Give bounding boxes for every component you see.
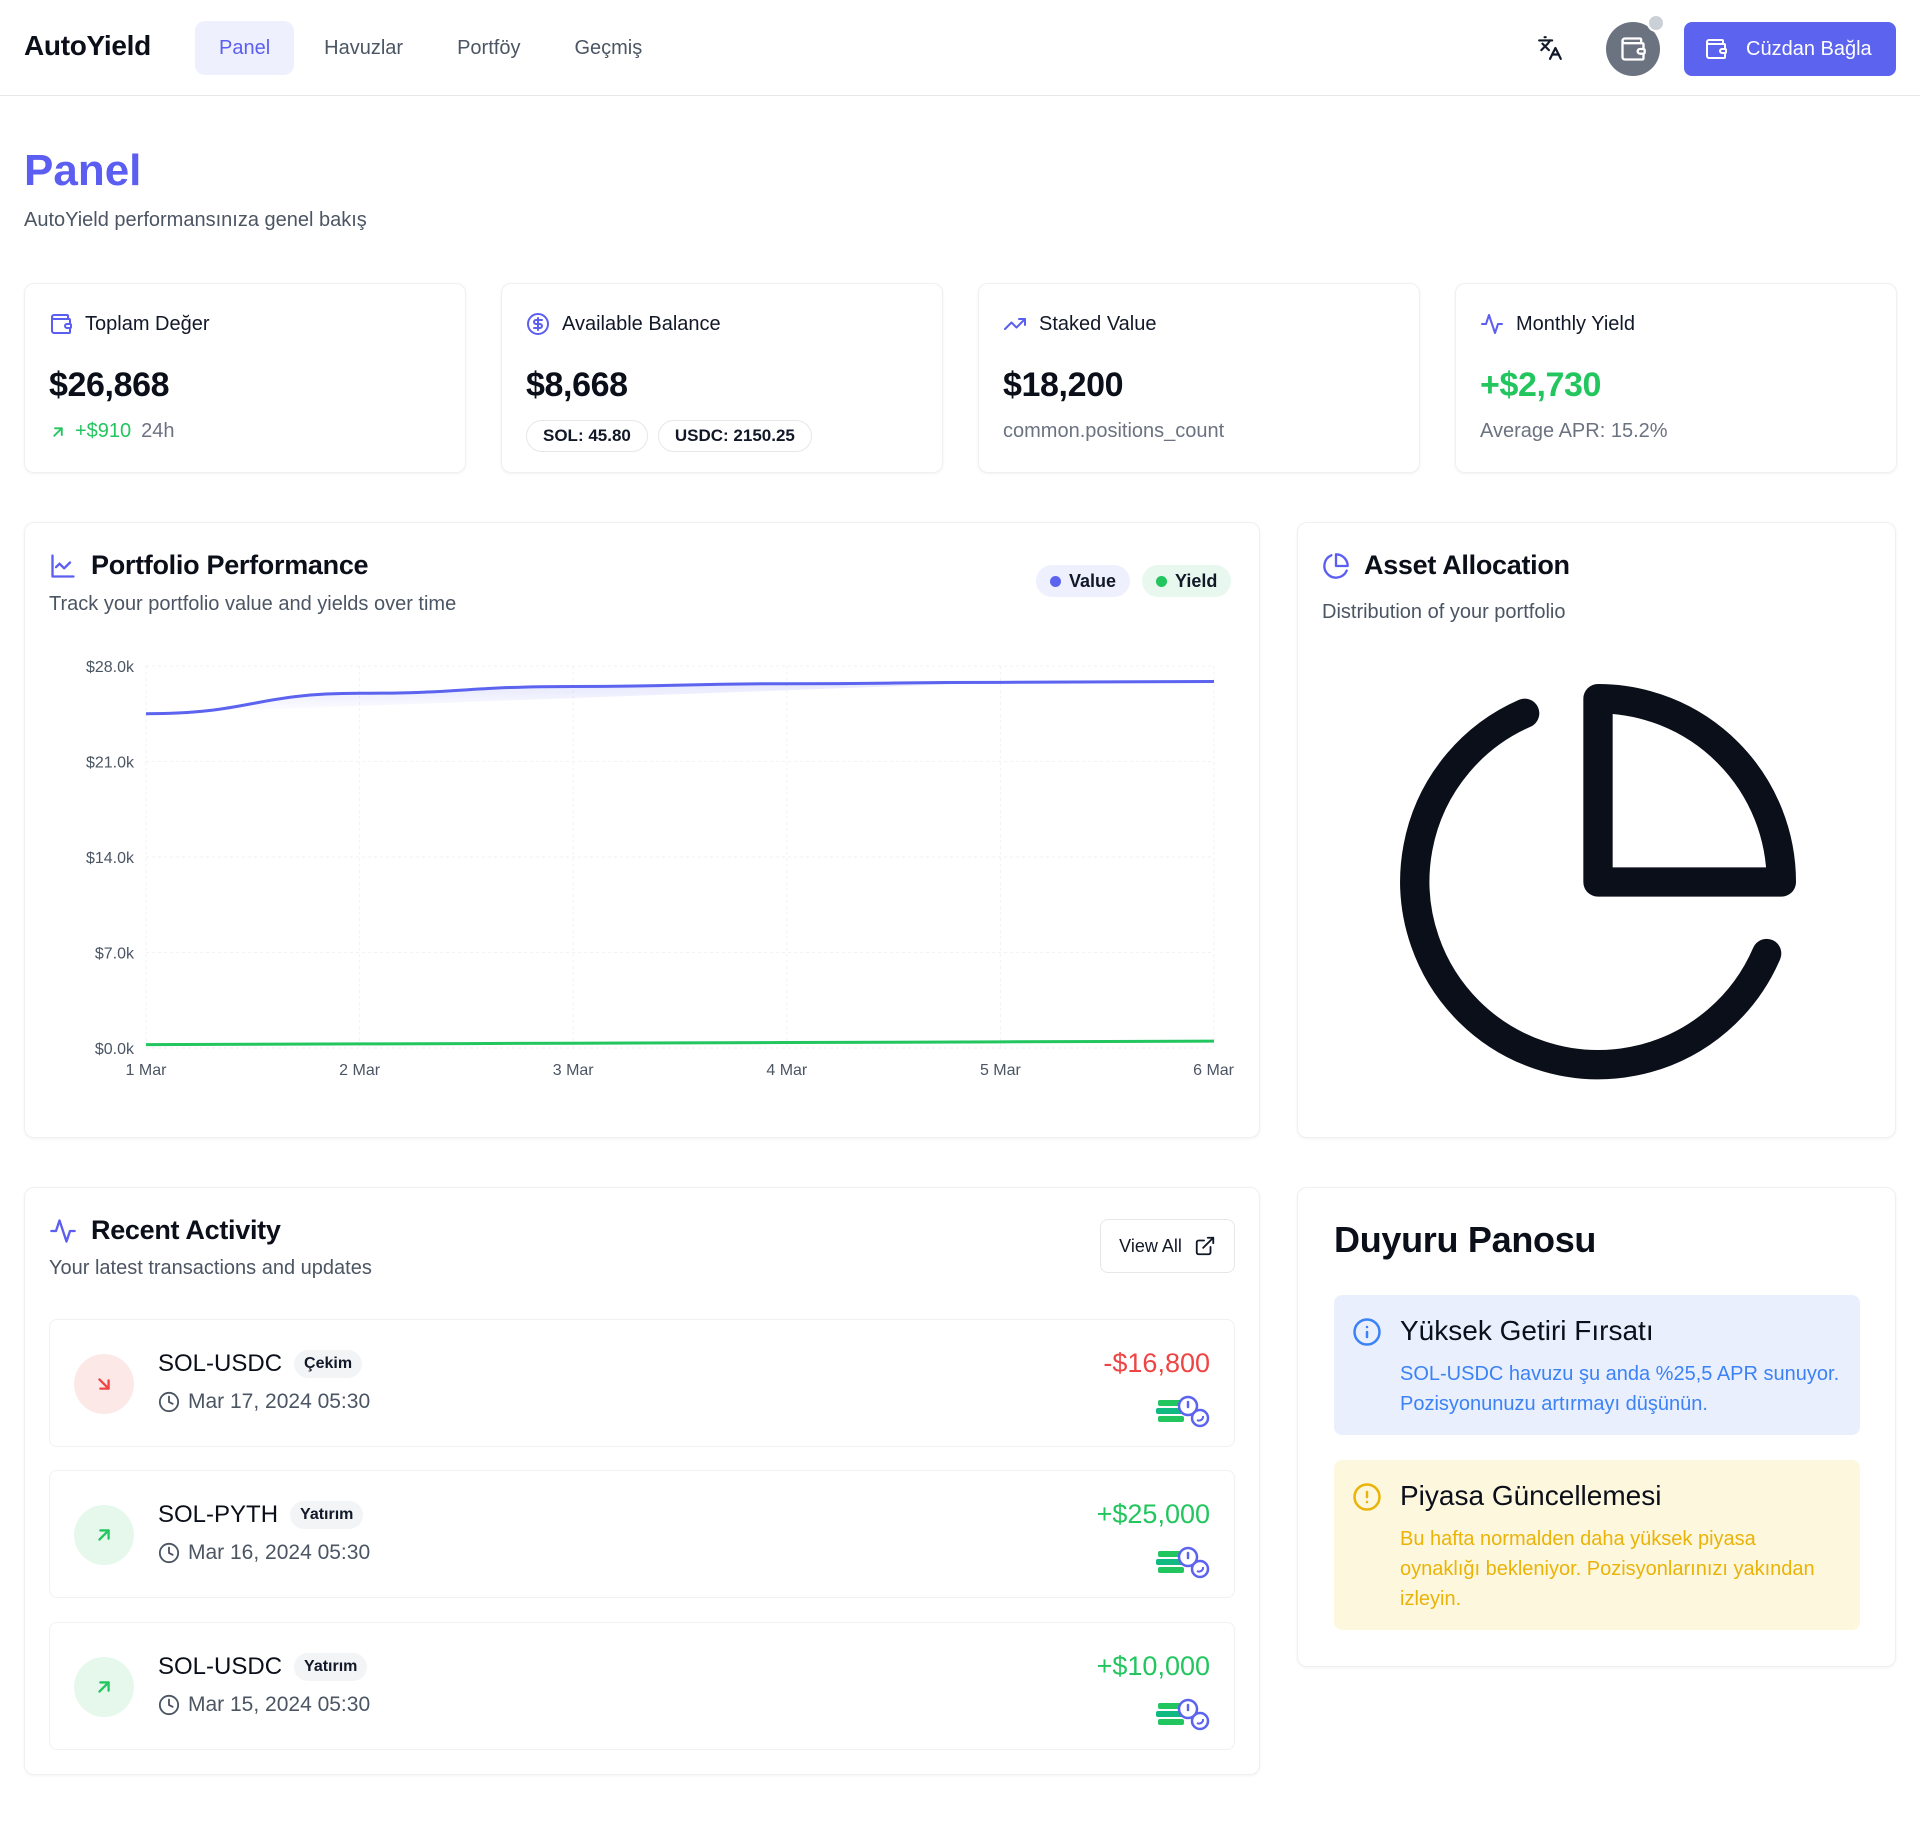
wallet-icon xyxy=(51,314,72,334)
activity-type-badge: Çekim xyxy=(294,1350,363,1378)
clock-icon xyxy=(158,1694,180,1716)
wallet-icon xyxy=(1706,39,1727,59)
performance-subtitle: Track your portfolio value and yields ov… xyxy=(49,593,457,615)
stat-label: Monthly Yield xyxy=(1516,312,1635,335)
activity-row[interactable]: SOL-USDC Çekim Mar 17, 2024 05:30 -$16,8… xyxy=(49,1319,1235,1447)
status-dot xyxy=(1647,14,1665,32)
stat-label: Available Balance xyxy=(562,312,721,335)
page-subtitle: AutoYield performansınıza genel bakış xyxy=(24,209,367,231)
token-pair-icon xyxy=(1156,1698,1210,1731)
activity-amount: -$16,800 xyxy=(1103,1348,1210,1378)
announcement-text: SOL-USDC havuzu şu anda %25,5 APR sunuyo… xyxy=(1400,1363,1840,1415)
stat-value: $26,868 xyxy=(49,366,170,404)
pie-chart-icon xyxy=(1323,552,1349,579)
main-nav: Panel Havuzlar Portföy Geçmiş xyxy=(195,21,666,75)
activity-date: Mar 17, 2024 05:30 xyxy=(188,1390,371,1413)
brand-logo[interactable]: AutoYield xyxy=(24,30,151,62)
allocation-title-text: Asset Allocation xyxy=(1364,550,1570,580)
legend-yield[interactable]: Yield xyxy=(1142,565,1232,597)
announcement-warning: Piyasa Güncellemesi Bu hafta normalden d… xyxy=(1334,1460,1860,1630)
alert-circle-icon xyxy=(1353,1483,1381,1511)
view-all-label: View All xyxy=(1119,1235,1182,1256)
nav-item-havuzlar[interactable]: Havuzlar xyxy=(300,21,427,75)
legend-dot xyxy=(1050,575,1061,587)
activity-pair: SOL-USDC xyxy=(158,1350,283,1377)
activity-subtitle: Your latest transactions and updates xyxy=(49,1257,372,1279)
activity-icon xyxy=(50,1218,76,1243)
activity-icon xyxy=(1481,314,1503,334)
activity-date: Mar 16, 2024 05:30 xyxy=(188,1541,371,1564)
connect-wallet-button[interactable]: Cüzdan Bağla xyxy=(1684,22,1896,76)
arrow-up-right-icon xyxy=(98,1681,110,1693)
legend-value-label: Value xyxy=(1069,570,1117,591)
announcement-info: Yüksek Getiri Fırsatı SOL-USDC havuzu şu… xyxy=(1334,1295,1860,1435)
language-icon[interactable] xyxy=(1530,28,1570,68)
view-all-button[interactable]: View All xyxy=(1100,1219,1235,1273)
activity-pair: SOL-PYTH xyxy=(158,1501,279,1528)
legend-yield-label: Yield xyxy=(1175,570,1218,591)
trending-up-icon xyxy=(1004,318,1026,330)
stat-value: $8,668 xyxy=(526,366,628,404)
activity-type-badge: Yatırım xyxy=(290,1501,364,1529)
activity-date: Mar 15, 2024 05:30 xyxy=(188,1693,371,1716)
allocation-title: Asset Allocation xyxy=(1322,550,1570,581)
stat-card-total-value: Toplam Değer $26,868 +$910 24h xyxy=(24,283,466,473)
announcement-board-title: Duyuru Panosu xyxy=(1334,1219,1597,1260)
line-chart-icon xyxy=(51,553,75,578)
clock-icon xyxy=(158,1391,180,1413)
arrow-up-right-icon xyxy=(53,426,63,437)
activity-row[interactable]: SOL-USDC Yatırım Mar 15, 2024 05:30 +$10… xyxy=(49,1622,1235,1750)
stat-foot: common.positions_count xyxy=(1003,420,1225,442)
stat-change: +$910 xyxy=(75,420,132,442)
performance-title: Portfolio Performance xyxy=(49,550,369,581)
stat-card-monthly-yield: Monthly Yield +$2,730 Average APR: 15.2% xyxy=(1455,283,1897,473)
activity-pair: SOL-USDC xyxy=(158,1653,283,1680)
allocation-subtitle: Distribution of your portfolio xyxy=(1322,601,1566,623)
stat-value: $18,200 xyxy=(1003,366,1124,404)
token-pair-icon xyxy=(1156,1395,1210,1428)
performance-title-text: Portfolio Performance xyxy=(91,550,369,580)
stat-card-staked-value: Staked Value $18,200 common.positions_co… xyxy=(978,283,1420,473)
external-link-icon xyxy=(1195,1236,1215,1256)
activity-row[interactable]: SOL-PYTH Yatırım Mar 16, 2024 05:30 +$25… xyxy=(49,1470,1235,1598)
token-pair-icon xyxy=(1156,1546,1210,1579)
dollar-circle-icon xyxy=(527,313,549,335)
usdc-balance-badge: USDC: 2150.25 xyxy=(657,420,812,452)
legend-dot xyxy=(1156,575,1168,587)
withdraw-icon xyxy=(74,1354,134,1414)
sol-balance-badge: SOL: 45.80 xyxy=(526,420,648,452)
stat-label: Staked Value xyxy=(1039,312,1157,335)
arrow-down-right-icon xyxy=(98,1378,110,1390)
stat-label: Toplam Değer xyxy=(85,312,210,335)
announcement-title: Piyasa Güncellemesi xyxy=(1400,1480,1662,1511)
stat-period: 24h xyxy=(141,420,175,442)
activity-title: Recent Activity xyxy=(49,1215,281,1246)
deposit-icon xyxy=(74,1657,134,1717)
activity-title-text: Recent Activity xyxy=(91,1215,281,1245)
deposit-icon xyxy=(74,1505,134,1565)
activity-type-badge: Yatırım xyxy=(294,1653,368,1681)
nav-item-portfoy[interactable]: Portföy xyxy=(433,21,544,75)
pie-chart-placeholder-icon xyxy=(1400,684,1796,1080)
activity-amount: +$10,000 xyxy=(1096,1651,1210,1681)
connect-wallet-label: Cüzdan Bağla xyxy=(1746,37,1872,60)
stat-foot: Average APR: 15.2% xyxy=(1480,420,1668,442)
chart-legend: Value Yield xyxy=(1036,565,1232,597)
arrow-up-right-icon xyxy=(98,1529,110,1541)
stat-value: +$2,730 xyxy=(1480,366,1602,404)
info-icon xyxy=(1353,1318,1381,1346)
page-title: Panel xyxy=(24,146,142,195)
stat-card-available-balance: Available Balance $8,668 SOL: 45.80 USDC… xyxy=(501,283,943,473)
announcement-text: Bu hafta normalden daha yüksek piyasa oy… xyxy=(1400,1528,1815,1610)
clock-icon xyxy=(158,1542,180,1564)
top-navbar: AutoYield Panel Havuzlar Portföy Geçmiş … xyxy=(0,0,1920,96)
nav-item-gecmis[interactable]: Geçmiş xyxy=(550,21,666,75)
announcement-title: Yüksek Getiri Fırsatı xyxy=(1400,1315,1654,1346)
nav-item-panel[interactable]: Panel xyxy=(195,21,295,75)
wallet-icon xyxy=(1621,37,1646,61)
legend-value[interactable]: Value xyxy=(1036,565,1131,597)
activity-amount: +$25,000 xyxy=(1096,1499,1210,1529)
